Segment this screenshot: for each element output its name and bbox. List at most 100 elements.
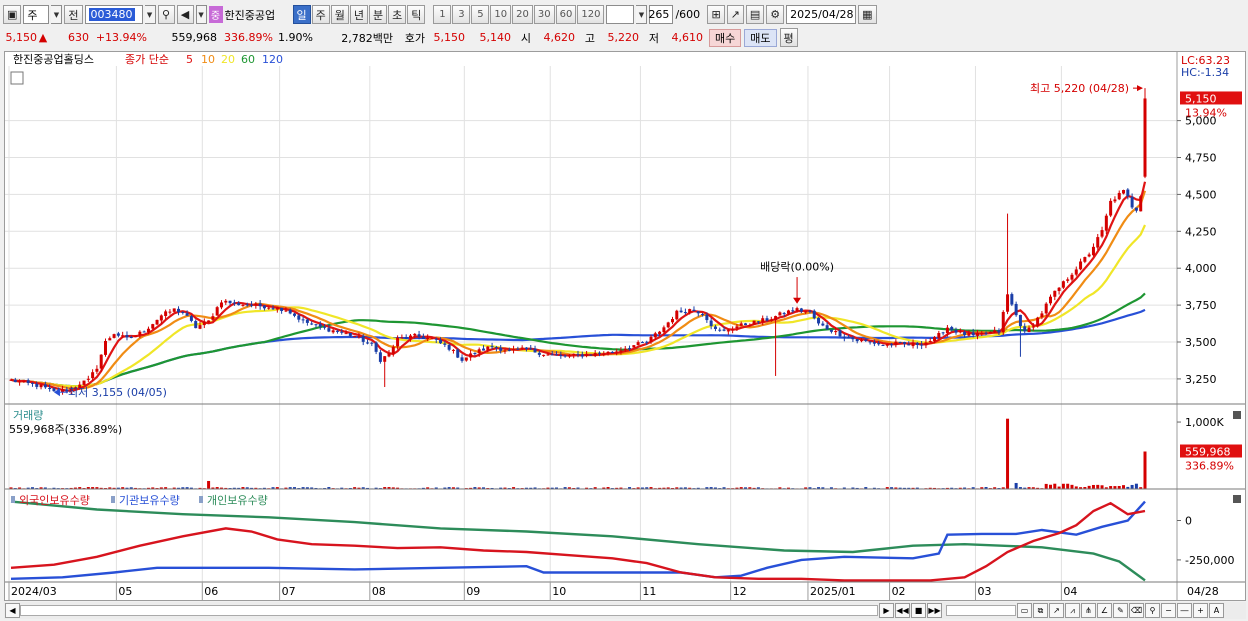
angle-icon[interactable]: ∠ xyxy=(1097,603,1112,618)
drawing-tool-icon[interactable]: ↗ xyxy=(726,5,744,24)
window-menu-icon[interactable]: ▣ xyxy=(3,5,22,24)
chevron-down-icon[interactable]: ▼ xyxy=(636,5,648,24)
candle-body xyxy=(597,352,601,354)
x-tick-label: 11 xyxy=(642,585,656,598)
stock-code-input[interactable]: 003480 xyxy=(84,5,143,24)
candle-body xyxy=(696,311,700,314)
tab-period-6[interactable]: 틱 xyxy=(407,5,426,24)
gear-icon[interactable]: ⚙ xyxy=(766,5,785,24)
stop-icon[interactable]: ■ xyxy=(911,603,926,618)
copy-icon[interactable]: ⧉ xyxy=(1033,603,1048,618)
tab-interval-20[interactable]: 20 xyxy=(512,5,533,24)
minus-icon[interactable]: − xyxy=(1161,603,1176,618)
candle-body xyxy=(671,319,674,323)
note-icon[interactable]: ✎ xyxy=(1113,603,1128,618)
candle-body xyxy=(1143,98,1147,177)
scroll-left-icon[interactable]: ◀ xyxy=(5,603,20,618)
font-size-icon[interactable]: A xyxy=(1209,603,1224,618)
scroll-right-icon[interactable]: ▶ xyxy=(879,603,894,618)
tab-period-1[interactable]: 주 xyxy=(311,5,330,24)
candle-body xyxy=(1061,281,1065,288)
candle-body xyxy=(602,353,606,355)
candle-body xyxy=(778,312,782,316)
candle-body xyxy=(1036,317,1040,327)
period-select[interactable]: 주 xyxy=(23,5,50,24)
date-input[interactable]: 2025/04/28 xyxy=(786,5,857,24)
first-page-icon[interactable]: ◀◀ xyxy=(895,603,910,618)
candle-type-icon[interactable]: ⊞ xyxy=(707,5,725,24)
candle-body xyxy=(447,344,451,350)
search-icon[interactable]: ⚲ xyxy=(157,5,175,24)
candle-body xyxy=(911,342,915,347)
candle-body xyxy=(464,357,468,361)
average-button[interactable]: 평 xyxy=(779,28,798,47)
candle-body xyxy=(408,335,412,339)
speaker-icon[interactable]: ◀ xyxy=(176,5,194,24)
line-icon[interactable]: ― xyxy=(1177,603,1192,618)
candle-body xyxy=(159,315,163,321)
legend-ma-10: 10 xyxy=(201,53,215,66)
tab-interval-3[interactable]: 3 xyxy=(452,5,471,24)
plus-icon[interactable]: + xyxy=(1193,603,1208,618)
stock-chart[interactable]: 3,2503,5003,7504,0004,2504,5004,7505,000… xyxy=(5,52,1245,600)
candle-body xyxy=(576,354,580,356)
candle-body xyxy=(361,335,365,342)
tab-period-2[interactable]: 월 xyxy=(330,5,349,24)
eraser-icon[interactable]: ⌫ xyxy=(1129,603,1144,618)
magnifier-icon[interactable]: ⚲ xyxy=(1145,603,1160,618)
layout-icon[interactable]: ▭ xyxy=(1017,603,1032,618)
volume-bar xyxy=(1070,484,1074,489)
tab-interval-10[interactable]: 10 xyxy=(490,5,512,24)
trend-tool-icon[interactable]: ↗ xyxy=(1049,603,1064,618)
chart-area[interactable]: 3,250 3,500 3,750 4,000 4,250 4,500 4,750 5,000… xyxy=(4,51,1246,601)
tab-interval-60[interactable]: 60 xyxy=(555,5,577,24)
calendar-icon[interactable]: ▦ xyxy=(858,5,877,24)
chevron-down-icon[interactable]: ▼ xyxy=(51,5,63,24)
candle-body xyxy=(799,308,803,312)
tab-period-4[interactable]: 분 xyxy=(369,5,388,24)
volume-bar xyxy=(207,480,211,489)
candle-body xyxy=(310,323,314,325)
ask-label: 호가 xyxy=(404,31,425,45)
candle-body xyxy=(606,351,610,354)
sell-button[interactable]: 매도 xyxy=(744,28,777,47)
tab-interval-30[interactable]: 30 xyxy=(533,5,555,24)
candle-body xyxy=(262,305,266,309)
candle-body xyxy=(460,357,464,361)
fork-icon[interactable]: ⋔ xyxy=(1081,603,1096,618)
tab-interval-120[interactable]: 120 xyxy=(577,5,605,24)
holdings-legend-marker xyxy=(111,496,115,503)
pattern-icon[interactable]: ⩘ xyxy=(1065,603,1080,618)
interval-input[interactable] xyxy=(606,5,635,24)
candle-body xyxy=(198,325,202,329)
candle-body xyxy=(215,307,219,316)
tab-interval-1[interactable]: 1 xyxy=(433,5,452,24)
high-price: 5,220 xyxy=(607,31,640,44)
tab-period-3[interactable]: 년 xyxy=(349,5,369,24)
candle-body xyxy=(825,325,829,330)
tab-period-5[interactable]: 초 xyxy=(388,5,407,24)
horizontal-scrollbar[interactable] xyxy=(20,605,878,616)
dividend-annotation: 배당락(0.00%) xyxy=(760,260,834,273)
zoom-slider[interactable] xyxy=(946,605,1016,616)
candle-body xyxy=(756,321,760,323)
candle-body xyxy=(924,342,928,346)
chevron-down-icon[interactable]: ▼ xyxy=(144,5,156,24)
last-page-icon[interactable]: ▶▶ xyxy=(927,603,942,618)
count-input[interactable]: 265 xyxy=(648,5,674,24)
candle-body xyxy=(868,341,872,343)
candle-body xyxy=(589,354,593,356)
candle-body xyxy=(271,308,275,310)
save-icon[interactable]: ▤ xyxy=(745,5,765,24)
candle-body xyxy=(185,313,189,316)
holdings-tick-label: -250,000 xyxy=(1185,554,1234,567)
prev-button[interactable]: 전 xyxy=(64,5,83,24)
tab-interval-5[interactable]: 5 xyxy=(471,5,490,24)
candle-body xyxy=(134,335,138,338)
candle-body xyxy=(1122,190,1126,194)
chevron-down-icon[interactable]: ▼ xyxy=(195,5,207,24)
candle-body xyxy=(469,353,473,358)
buy-button[interactable]: 매수 xyxy=(709,28,742,47)
tab-period-0[interactable]: 일 xyxy=(292,5,311,24)
candle-body xyxy=(108,338,112,341)
